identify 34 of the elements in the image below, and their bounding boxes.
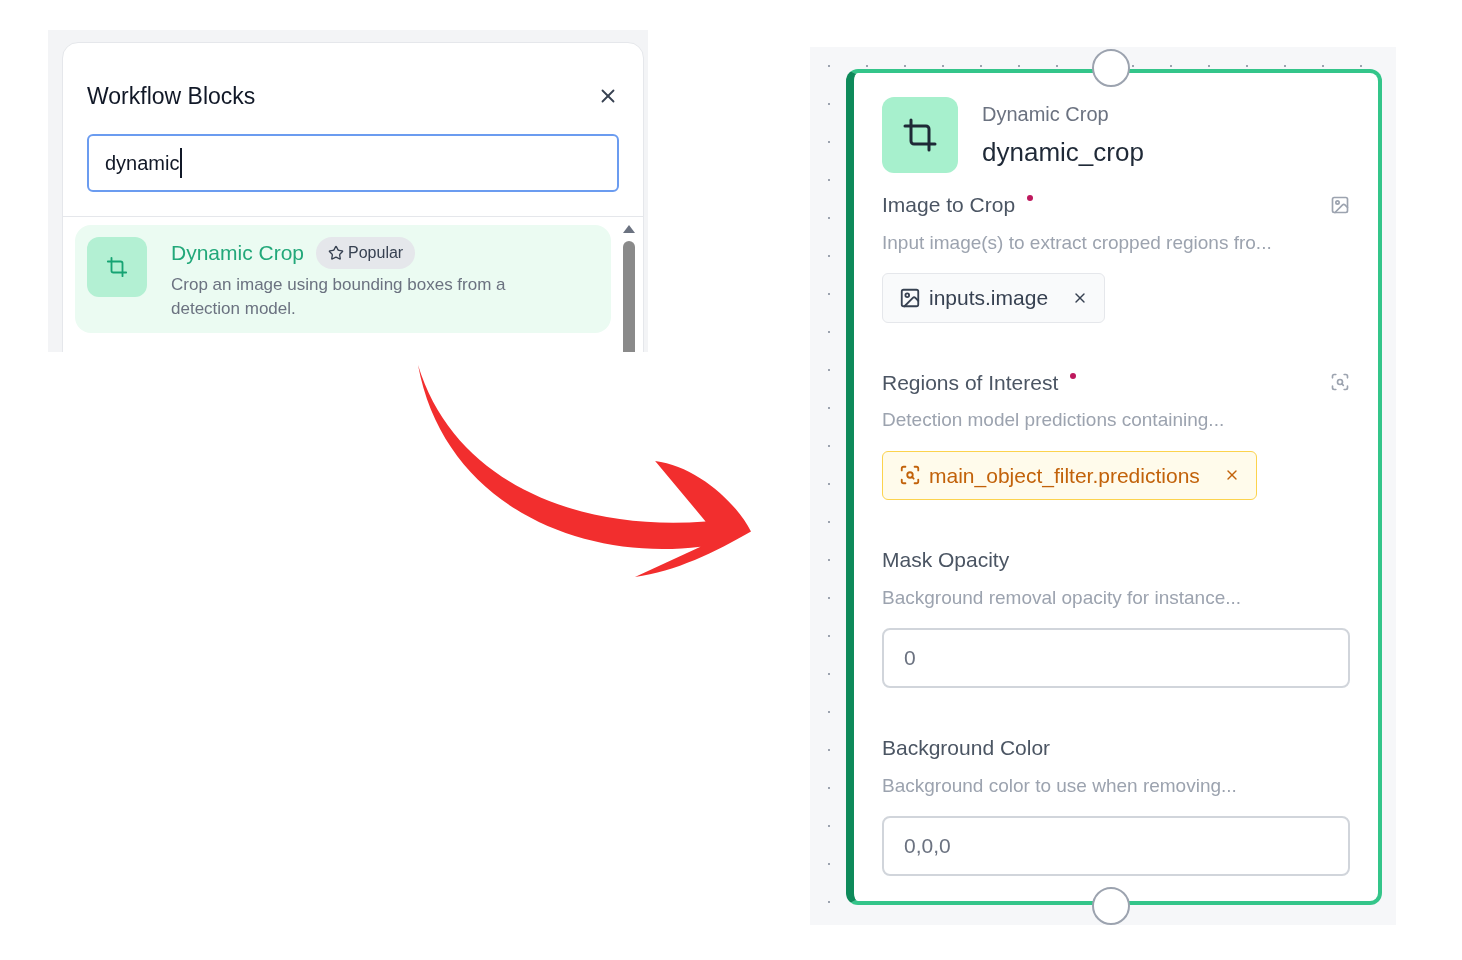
chip-label: inputs.image bbox=[929, 285, 1049, 311]
input-field[interactable]: 0 bbox=[882, 628, 1350, 688]
crop-icon bbox=[882, 97, 958, 173]
detection-icon bbox=[1330, 372, 1350, 393]
field-description: Input image(s) to extract cropped regions fro... bbox=[882, 230, 1273, 255]
field-label: Mask Opacity bbox=[882, 547, 1010, 573]
field-description: Background removal opacity for instance... bbox=[882, 585, 1243, 610]
block-title: Dynamic Crop bbox=[171, 239, 305, 266]
input-value: 0 bbox=[904, 645, 916, 672]
connection-chip[interactable]: inputs.image bbox=[882, 273, 1106, 323]
field-label: Regions of Interest bbox=[882, 366, 1077, 398]
image-icon bbox=[1330, 194, 1350, 215]
detection-icon bbox=[899, 464, 921, 487]
field-label: Background Color bbox=[882, 735, 1051, 761]
block-result[interactable]: Dynamic Crop Popular Crop an image using bounding boxes from a detection model. bbox=[75, 224, 611, 333]
connection-handle[interactable] bbox=[1092, 49, 1130, 87]
block-description: Crop an image using bounding boxes from a detection model. bbox=[171, 273, 507, 320]
chip-label: main_object_filter.predictions bbox=[929, 462, 1200, 490]
block-node[interactable] bbox=[846, 69, 1382, 905]
panel-title: Workflow Blocks bbox=[87, 82, 256, 111]
input-value: 0,0,0 bbox=[904, 833, 951, 860]
input-field[interactable]: 0,0,0 bbox=[882, 816, 1350, 876]
connection-chip[interactable]: main_object_filter.predictions bbox=[882, 450, 1257, 500]
connection-handle[interactable] bbox=[1092, 887, 1130, 925]
field-description: Background color to use when removing... bbox=[882, 773, 1238, 798]
field-label: Image to Crop bbox=[882, 189, 1034, 221]
popular-badge: Popular bbox=[316, 236, 416, 269]
search-value: dynamic bbox=[105, 147, 183, 178]
search-field[interactable]: dynamic bbox=[87, 133, 619, 192]
image-icon bbox=[899, 286, 921, 309]
field-description: Detection model predictions containing... bbox=[882, 408, 1226, 432]
block-type: Dynamic Crop bbox=[982, 101, 1110, 127]
crop-icon bbox=[87, 236, 147, 297]
block-name: dynamic_crop bbox=[982, 135, 1144, 169]
